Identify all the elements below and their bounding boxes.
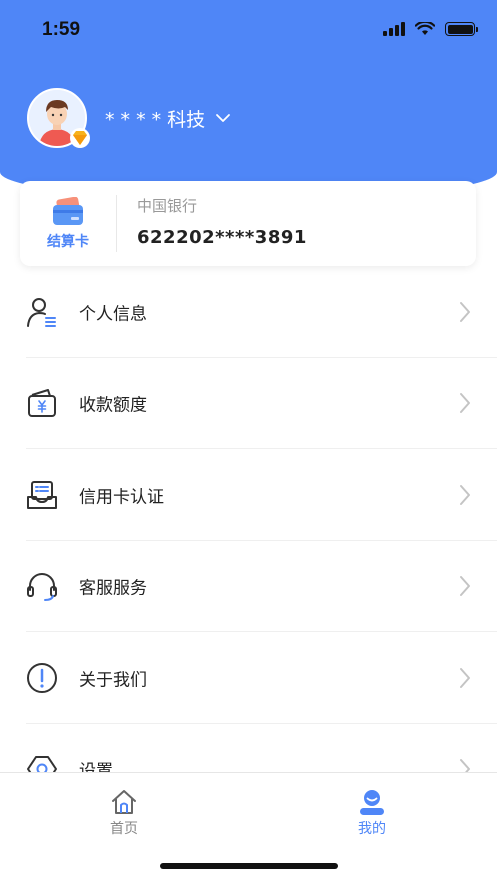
menu-label: 收款额度 xyxy=(79,395,147,416)
status-icons xyxy=(383,22,478,36)
chevron-down-icon xyxy=(216,114,231,122)
chevron-right-icon xyxy=(460,393,470,414)
company-selector[interactable]: * * * * 科技 xyxy=(105,105,231,132)
tab-label: 首页 xyxy=(110,821,138,837)
user-filled-icon xyxy=(360,790,384,815)
battery-icon xyxy=(445,22,478,36)
chevron-right-icon xyxy=(460,484,470,505)
bank-card-icon xyxy=(53,196,83,225)
user-info-icon xyxy=(27,297,56,327)
settlement-card-badge: 结算卡 xyxy=(20,181,116,266)
status-time: 1:59 xyxy=(42,19,81,40)
bank-name: 中国银行 xyxy=(137,197,198,215)
home-indicator xyxy=(160,863,338,869)
menu-label: 个人信息 xyxy=(79,304,147,325)
menu-label: 客服服务 xyxy=(79,578,147,599)
cellular-signal-icon xyxy=(383,22,405,36)
settings-menu: 个人信息 收款额度 信用卡认证 客服服务 关于我们 xyxy=(0,266,497,815)
settlement-card[interactable]: 结算卡 中国银行 622202****3891 xyxy=(20,181,476,266)
menu-label: 信用卡认证 xyxy=(79,487,164,508)
chevron-right-icon xyxy=(460,667,470,688)
tab-home[interactable]: 首页 xyxy=(74,789,174,838)
menu-label: 关于我们 xyxy=(79,670,147,691)
menu-item-customer-service[interactable]: 客服服务 xyxy=(0,541,497,632)
company-name: * * * * 科技 xyxy=(105,108,206,131)
tab-label: 我的 xyxy=(358,821,386,837)
credit-card-tray-icon xyxy=(27,480,57,509)
card-number: 622202****3891 xyxy=(137,227,307,248)
home-icon xyxy=(112,790,136,814)
info-circle-icon xyxy=(27,662,57,693)
wifi-icon xyxy=(415,22,435,35)
profile-header[interactable]: * * * * 科技 xyxy=(27,88,231,148)
menu-item-about-us[interactable]: 关于我们 xyxy=(0,632,497,724)
menu-item-personal-info[interactable]: 个人信息 xyxy=(0,266,497,358)
wallet-yuan-icon xyxy=(28,389,56,418)
headset-icon xyxy=(27,573,57,602)
menu-item-payment-limit[interactable]: 收款额度 xyxy=(0,358,497,449)
menu-item-credit-card-verification[interactable]: 信用卡认证 xyxy=(0,449,497,541)
vip-diamond-icon xyxy=(70,128,90,148)
settlement-card-label: 结算卡 xyxy=(47,233,89,250)
card-divider xyxy=(116,195,117,252)
status-bar: 1:59 xyxy=(0,0,497,60)
avatar[interactable] xyxy=(27,88,90,148)
chevron-right-icon xyxy=(460,301,470,322)
tab-mine[interactable]: 我的 xyxy=(322,789,422,838)
chevron-right-icon xyxy=(460,576,470,597)
